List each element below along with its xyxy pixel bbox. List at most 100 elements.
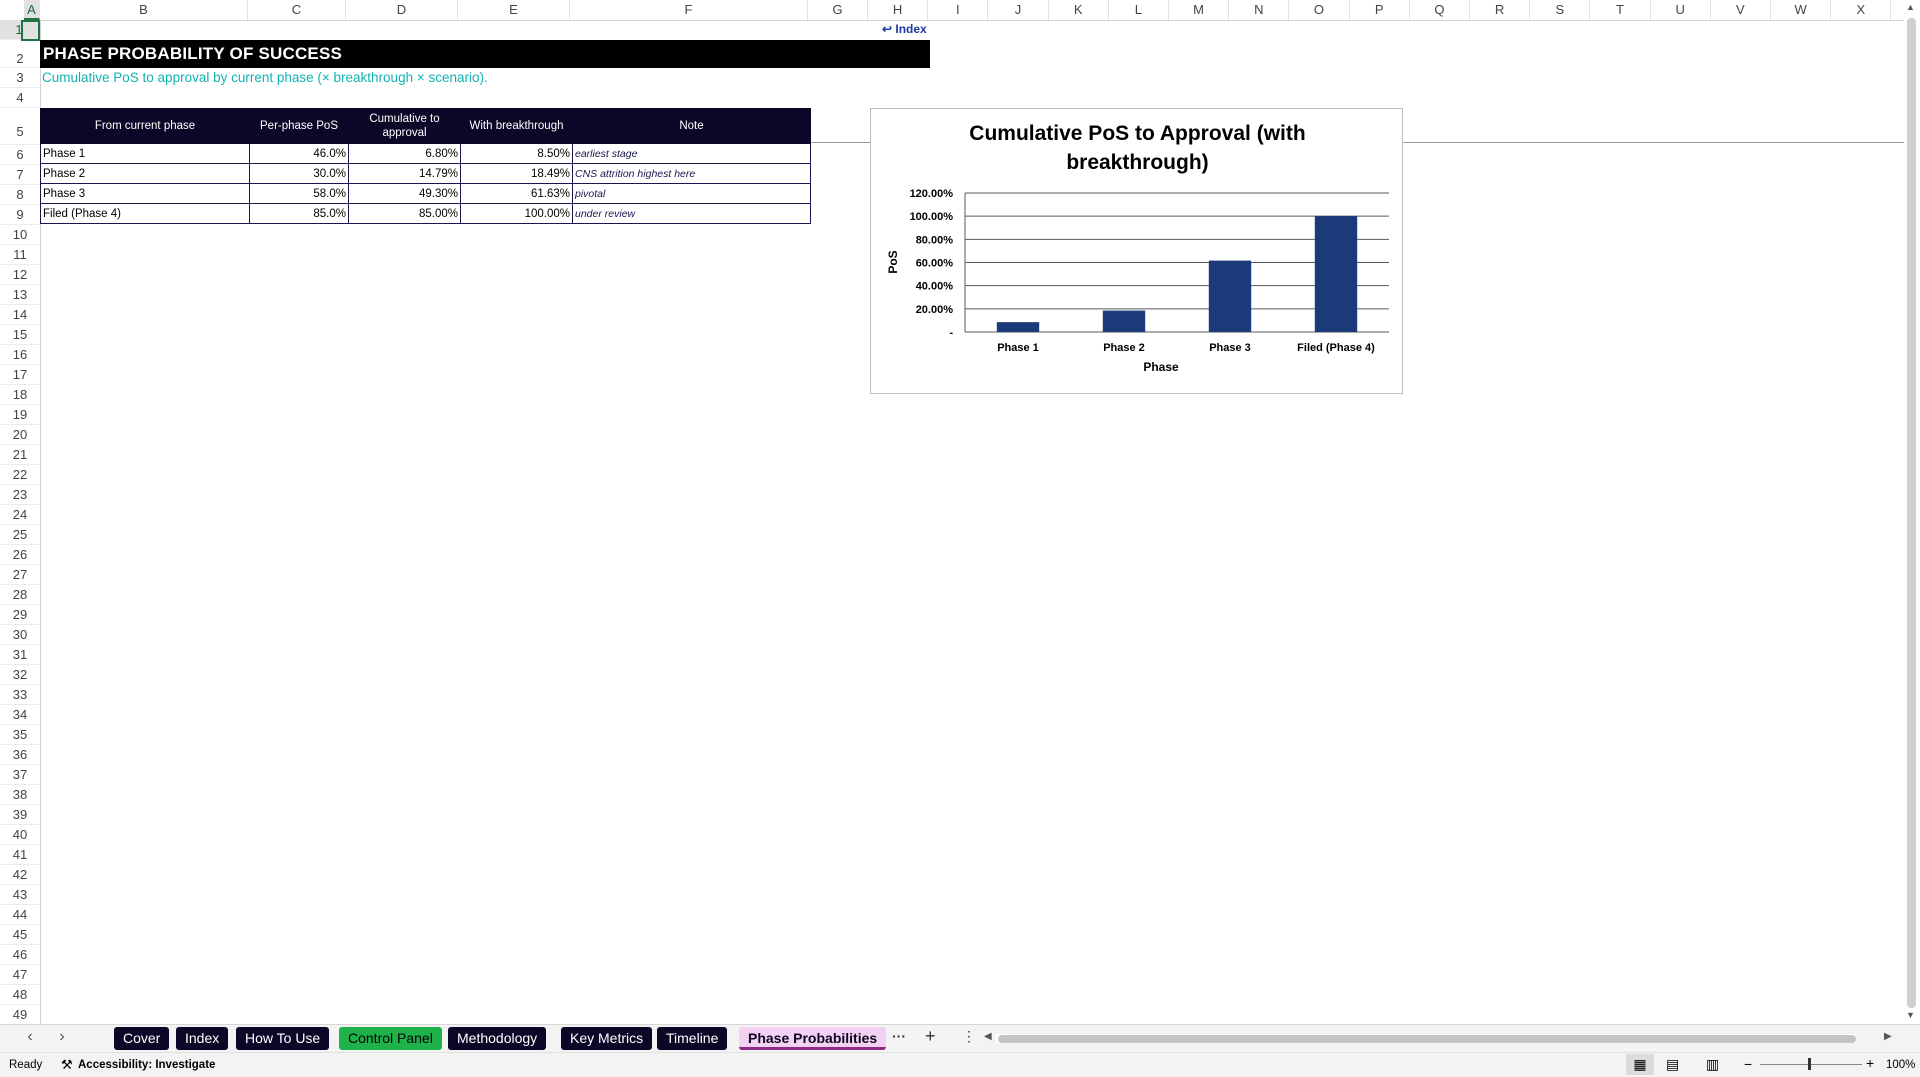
column-header-e[interactable]: E	[458, 0, 570, 20]
column-header-v[interactable]: V	[1711, 0, 1771, 20]
row-header-36[interactable]: 36	[0, 745, 40, 765]
row-header-21[interactable]: 21	[0, 445, 40, 465]
zoom-slider[interactable]	[1760, 1064, 1862, 1065]
row-header-40[interactable]: 40	[0, 825, 40, 845]
scroll-up-icon[interactable]: ▲	[1906, 2, 1915, 12]
header-note[interactable]: Note	[572, 108, 811, 144]
tab-scroll-left-icon[interactable]: ‹	[20, 1028, 40, 1046]
cell-cumulative[interactable]: 14.79%	[348, 163, 461, 184]
row-header-30[interactable]: 30	[0, 625, 40, 645]
row-header-37[interactable]: 37	[0, 765, 40, 785]
row-header-44[interactable]: 44	[0, 905, 40, 925]
column-header-d[interactable]: D	[346, 0, 458, 20]
column-header-x[interactable]: X	[1831, 0, 1892, 20]
column-header-u[interactable]: U	[1651, 0, 1711, 20]
sheet-tab-timeline[interactable]: Timeline	[657, 1027, 728, 1050]
row-header-24[interactable]: 24	[0, 505, 40, 525]
row-header-14[interactable]: 14	[0, 305, 40, 325]
chart-object[interactable]: Cumulative PoS to Approval (with breakth…	[870, 108, 1403, 394]
column-header-g[interactable]: G	[808, 0, 868, 20]
sheet-tab-cover[interactable]: Cover	[114, 1027, 170, 1050]
row-header-8[interactable]: 8	[0, 185, 40, 205]
cell-per-phase[interactable]: 30.0%	[249, 163, 349, 184]
column-header-q[interactable]: Q	[1410, 0, 1470, 20]
column-header-j[interactable]: J	[988, 0, 1049, 20]
accessibility-icon[interactable]: ⚒	[61, 1057, 73, 1073]
column-header-t[interactable]: T	[1590, 0, 1651, 20]
row-header-4[interactable]: 4	[0, 88, 40, 108]
column-header-p[interactable]: P	[1350, 0, 1410, 20]
row-header-39[interactable]: 39	[0, 805, 40, 825]
row-header-26[interactable]: 26	[0, 545, 40, 565]
sheet-tab-how-to-use[interactable]: How To Use	[236, 1027, 330, 1050]
row-header-49[interactable]: 49	[0, 1005, 40, 1025]
row-header-46[interactable]: 46	[0, 945, 40, 965]
index-link[interactable]: ↩ Index	[882, 22, 927, 36]
column-header-i[interactable]: I	[928, 0, 989, 20]
column-header-h[interactable]: H	[868, 0, 929, 20]
tab-scroll-right-icon[interactable]: ›	[52, 1028, 72, 1046]
column-header-a[interactable]: A	[24, 0, 40, 20]
page-break-view-icon[interactable]: ▥	[1706, 1056, 1719, 1073]
sheet-tab-index[interactable]: Index	[176, 1027, 229, 1050]
row-header-2[interactable]: 2	[0, 40, 40, 68]
row-header-41[interactable]: 41	[0, 845, 40, 865]
active-cell-a1[interactable]	[21, 20, 40, 41]
sheet-tab-phase-probabilities[interactable]: Phase Probabilities	[739, 1027, 887, 1050]
row-header-16[interactable]: 16	[0, 345, 40, 365]
row-header-31[interactable]: 31	[0, 645, 40, 665]
column-header-f[interactable]: F	[570, 0, 808, 20]
header-cumulative[interactable]: Cumulative to approval	[348, 108, 461, 144]
column-header-m[interactable]: M	[1169, 0, 1230, 20]
hscroll-left-icon[interactable]: ◀	[984, 1031, 992, 1042]
row-header-7[interactable]: 7	[0, 165, 40, 185]
cell-phase[interactable]: Filed (Phase 4)	[40, 203, 250, 224]
bar-phase-1[interactable]	[996, 322, 1040, 332]
row-header-42[interactable]: 42	[0, 865, 40, 885]
row-header-22[interactable]: 22	[0, 465, 40, 485]
column-header-r[interactable]: R	[1470, 0, 1531, 20]
row-header-11[interactable]: 11	[0, 245, 40, 265]
row-header-23[interactable]: 23	[0, 485, 40, 505]
tab-options-icon[interactable]: ⋮	[962, 1028, 976, 1045]
header-from-phase[interactable]: From current phase	[40, 108, 250, 144]
sheet-tab-methodology[interactable]: Methodology	[448, 1027, 547, 1050]
row-header-18[interactable]: 18	[0, 385, 40, 405]
cell-breakthrough[interactable]: 8.50%	[460, 143, 573, 164]
row-header-34[interactable]: 34	[0, 705, 40, 725]
accessibility-status[interactable]: Accessibility: Investigate	[78, 1059, 215, 1071]
sheet-tab-key-metrics[interactable]: Key Metrics	[561, 1027, 653, 1050]
cell-breakthrough[interactable]: 18.49%	[460, 163, 573, 184]
cell-note[interactable]: CNS attrition highest here	[572, 163, 811, 184]
page-layout-view-icon[interactable]: ▤	[1666, 1056, 1679, 1073]
row-header-27[interactable]: 27	[0, 565, 40, 585]
cell-breakthrough[interactable]: 61.63%	[460, 183, 573, 204]
normal-view-icon[interactable]: ▦	[1626, 1054, 1654, 1075]
row-header-43[interactable]: 43	[0, 885, 40, 905]
row-header-33[interactable]: 33	[0, 685, 40, 705]
row-header-25[interactable]: 25	[0, 525, 40, 545]
more-sheets-button[interactable]: ···	[892, 1028, 906, 1044]
vertical-scroll-thumb[interactable]	[1907, 18, 1916, 1008]
header-per-phase-pos[interactable]: Per-phase PoS	[249, 108, 349, 144]
cell-phase[interactable]: Phase 1	[40, 143, 250, 164]
column-header-w[interactable]: W	[1771, 0, 1832, 20]
row-header-15[interactable]: 15	[0, 325, 40, 345]
add-sheet-button[interactable]: +	[925, 1026, 936, 1047]
row-header-3[interactable]: 3	[0, 68, 40, 88]
column-header-s[interactable]: S	[1530, 0, 1591, 20]
sheet-tab-control-panel[interactable]: Control Panel	[339, 1027, 442, 1050]
row-header-13[interactable]: 13	[0, 285, 40, 305]
bar-phase-3[interactable]	[1208, 260, 1252, 332]
cell-note[interactable]: pivotal	[572, 183, 811, 204]
column-header-l[interactable]: L	[1109, 0, 1169, 20]
row-header-32[interactable]: 32	[0, 665, 40, 685]
cell-per-phase[interactable]: 85.0%	[249, 203, 349, 224]
row-header-48[interactable]: 48	[0, 985, 40, 1005]
hscroll-right-icon[interactable]: ▶	[1884, 1031, 1892, 1042]
cell-cumulative[interactable]: 6.80%	[348, 143, 461, 164]
scroll-down-icon[interactable]: ▼	[1906, 1010, 1915, 1020]
cell-note[interactable]: earliest stage	[572, 143, 811, 164]
column-header-b[interactable]: B	[40, 0, 248, 20]
row-header-9[interactable]: 9	[0, 205, 40, 225]
